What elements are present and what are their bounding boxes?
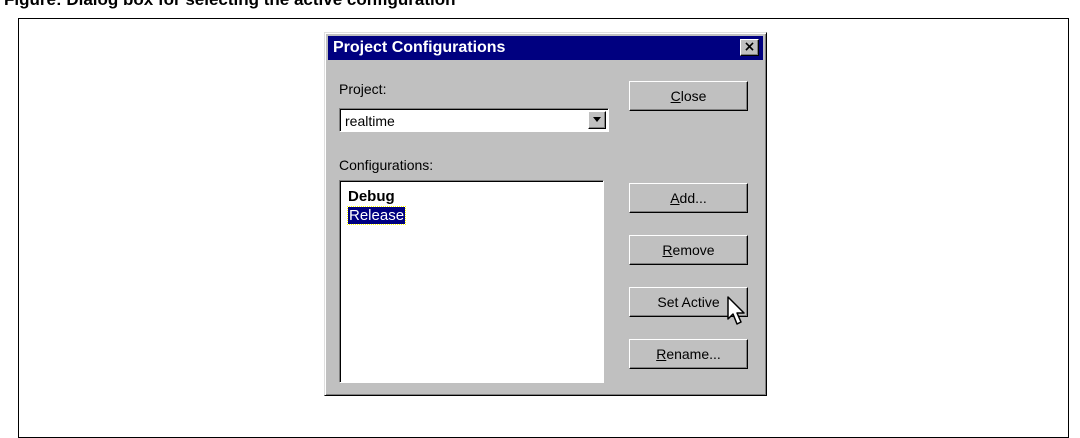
close-icon[interactable]: × <box>740 39 759 56</box>
add-button[interactable]: Add... <box>629 183 748 213</box>
dropdown-button[interactable] <box>588 111 606 129</box>
project-label: Project: <box>339 81 387 97</box>
add-button-mnemonic: A <box>670 190 680 206</box>
remove-button-label: emove <box>672 242 715 258</box>
rename-button-label: ename... <box>666 346 721 362</box>
cut-off-figure-caption: Figure: Dialog box for selecting the act… <box>0 0 1080 12</box>
project-dropdown[interactable]: realtime <box>339 108 609 132</box>
close-button-label: lose <box>680 88 707 104</box>
configurations-label: Configurations: <box>339 157 434 173</box>
list-item-release[interactable]: Release <box>346 206 407 225</box>
arrow-cursor-icon <box>727 296 745 325</box>
chevron-down-icon <box>593 117 601 122</box>
remove-button-mnemonic: R <box>662 242 673 258</box>
remove-button[interactable]: Remove <box>629 235 748 265</box>
dialog-title: Project Configurations <box>333 39 506 56</box>
list-item-debug[interactable]: Debug <box>348 188 395 205</box>
configurations-listbox[interactable]: Debug Release <box>339 180 604 383</box>
close-glyph: × <box>743 39 756 55</box>
close-button[interactable]: Close <box>629 81 748 111</box>
close-button-mnemonic: C <box>670 88 681 104</box>
figure-caption-text: Figure: Dialog box for selecting the act… <box>4 0 456 10</box>
rename-button[interactable]: Rename... <box>629 339 748 369</box>
add-button-label: dd... <box>679 190 707 206</box>
dialog-titlebar[interactable]: Project Configurations × <box>328 36 763 60</box>
set-active-button-label: Set Active <box>657 294 720 310</box>
rename-button-mnemonic: R <box>656 346 667 362</box>
project-dropdown-value: realtime <box>345 113 395 129</box>
